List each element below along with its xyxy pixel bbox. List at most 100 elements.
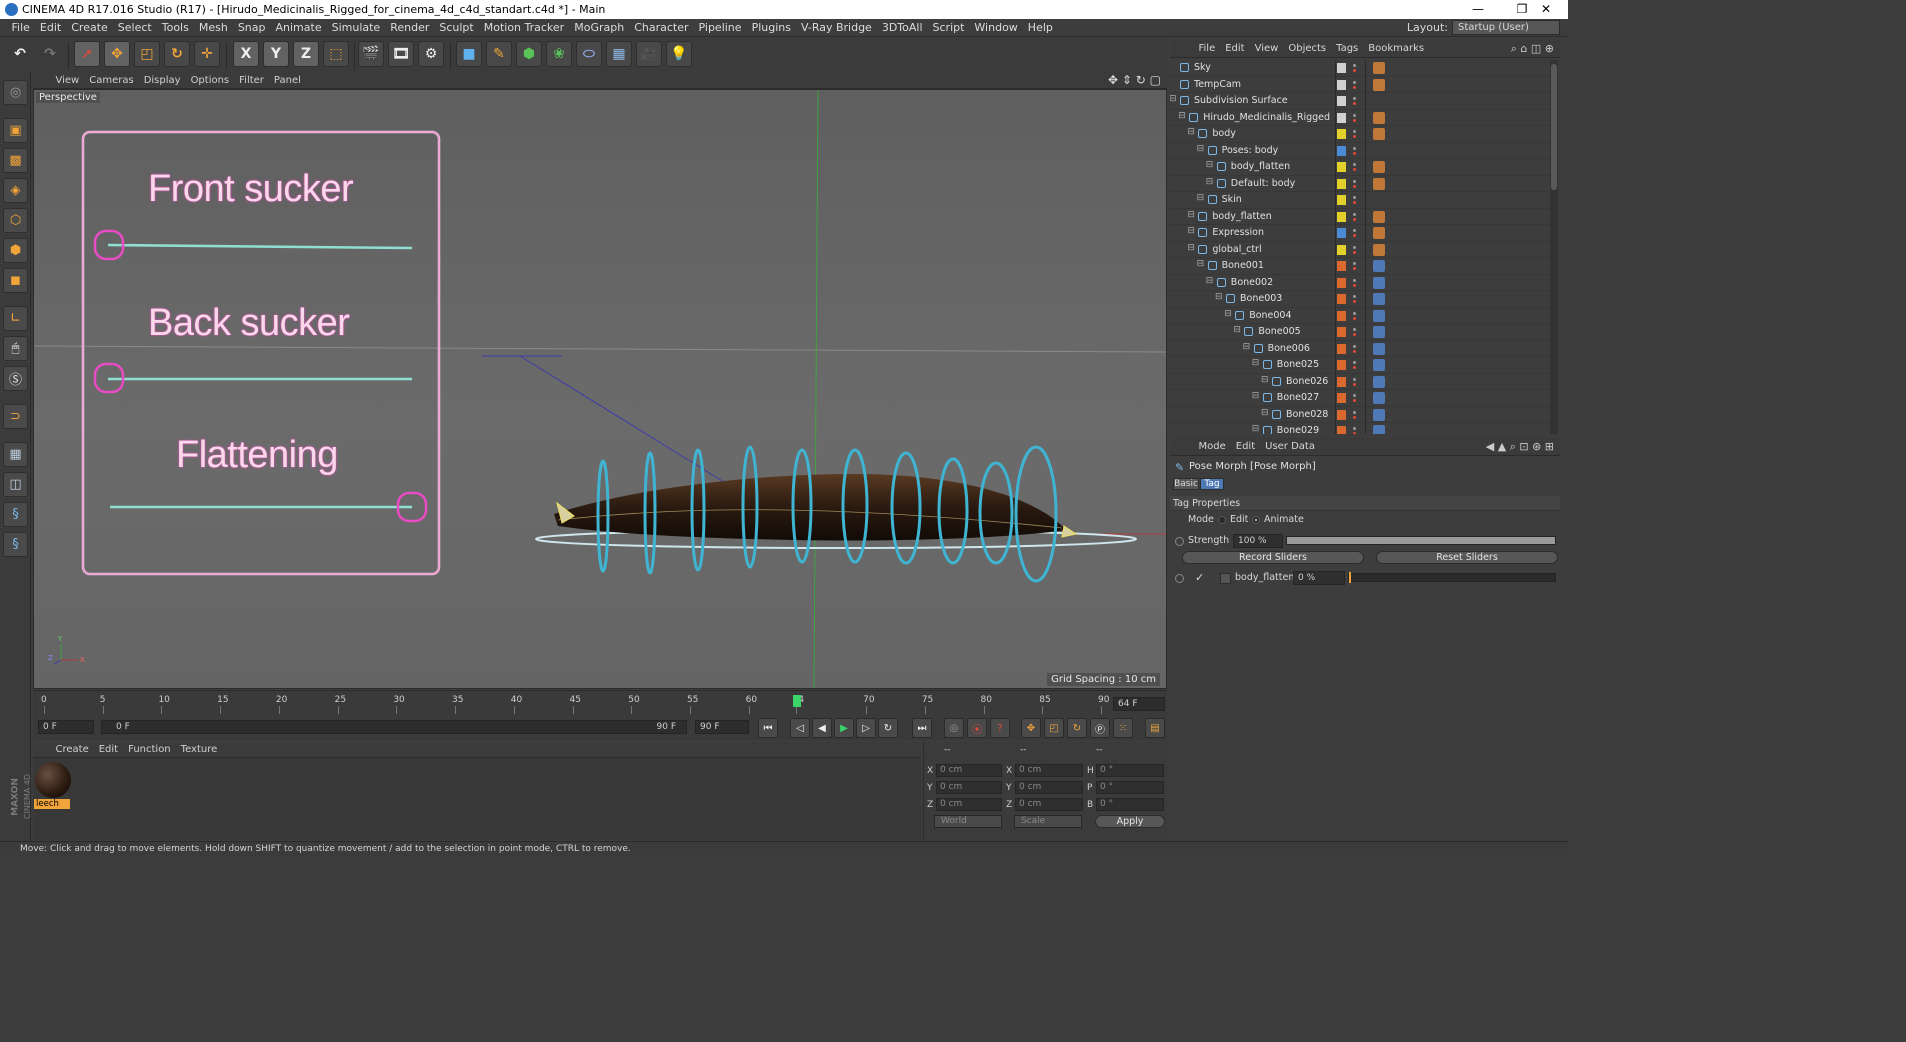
layer-color-swatch[interactable] bbox=[1337, 426, 1346, 434]
render-view-icon[interactable]: 🎬 bbox=[358, 41, 384, 67]
preview-range-slider[interactable]: 0 F 90 F bbox=[101, 720, 687, 734]
rotate-tool-icon[interactable]: ↻ bbox=[164, 41, 190, 67]
visibility-dot[interactable] bbox=[1353, 64, 1356, 67]
object-tag-icon[interactable] bbox=[1373, 177, 1385, 190]
visibility-dot[interactable] bbox=[1353, 262, 1356, 265]
deformer-icon[interactable]: ⬭ bbox=[576, 41, 602, 67]
strength-keyframe-icon[interactable] bbox=[1175, 537, 1184, 546]
menu-file[interactable]: File bbox=[7, 19, 35, 37]
menu-motion-tracker[interactable]: Motion Tracker bbox=[479, 19, 569, 37]
visibility-dot[interactable] bbox=[1353, 267, 1356, 270]
texture-mode-icon[interactable]: ▩ bbox=[3, 148, 28, 173]
viewport-menu-panel[interactable]: Panel bbox=[269, 72, 306, 89]
layer-color-swatch[interactable] bbox=[1337, 129, 1346, 139]
planar-workplane-icon[interactable]: ◫ bbox=[3, 472, 28, 497]
mode-animate-radio[interactable] bbox=[1252, 516, 1260, 524]
menu-3dtoall[interactable]: 3DToAll bbox=[877, 19, 928, 37]
visibility-dot[interactable] bbox=[1353, 184, 1356, 188]
render-picture-viewer-icon[interactable]: 🎞 bbox=[388, 41, 414, 67]
object-tag-icon[interactable] bbox=[1373, 128, 1385, 140]
visibility-dot[interactable] bbox=[1353, 135, 1356, 138]
layer-color-swatch[interactable] bbox=[1337, 79, 1346, 90]
viewport-menu-cameras[interactable]: Cameras bbox=[84, 72, 138, 89]
morph-pose-icon[interactable] bbox=[1220, 573, 1231, 584]
visibility-dot[interactable] bbox=[1353, 217, 1356, 221]
layer-color-swatch[interactable] bbox=[1337, 360, 1346, 370]
expand-toggle-icon[interactable]: ⊟ bbox=[1187, 210, 1195, 220]
visibility-dot[interactable] bbox=[1353, 113, 1356, 117]
visibility-dot[interactable] bbox=[1353, 201, 1356, 204]
visibility-dot[interactable] bbox=[1353, 118, 1356, 122]
object-row[interactable]: ⊟ Bone027 bbox=[1170, 390, 1550, 407]
viewport-navigation-icons[interactable]: ✥ ⇕ ↻ ▢ bbox=[1108, 72, 1161, 89]
object-row[interactable]: ⊟ Hirudo_Medicinalis_Rigged bbox=[1170, 110, 1550, 126]
size-x-field[interactable]: 0 cm bbox=[1015, 764, 1083, 777]
object-row[interactable]: TempCam bbox=[1170, 77, 1550, 93]
expand-toggle-icon[interactable]: ⊟ bbox=[1206, 276, 1214, 286]
expand-toggle-icon[interactable]: ⊟ bbox=[1187, 127, 1195, 137]
object-row[interactable]: ⊟ Bone025 bbox=[1170, 357, 1550, 374]
strength-slider[interactable] bbox=[1286, 536, 1556, 545]
visibility-dot[interactable] bbox=[1353, 427, 1356, 430]
visibility-dot[interactable] bbox=[1353, 69, 1356, 72]
tweak-mode-icon[interactable]: 🖱 bbox=[3, 336, 28, 361]
subdivision-surface-icon[interactable]: ⬢ bbox=[516, 41, 542, 67]
apply-button[interactable]: Apply bbox=[1095, 815, 1165, 828]
rotation-p-field[interactable]: 0 ° bbox=[1096, 781, 1164, 794]
object-row[interactable]: ⊟ Bone006 bbox=[1170, 341, 1550, 357]
viewport-menu-options[interactable]: Options bbox=[186, 72, 235, 89]
key-scale-icon[interactable]: ◰ bbox=[1044, 718, 1064, 738]
start-frame-field[interactable]: 0 F bbox=[38, 720, 94, 734]
locked-workplane-icon[interactable]: ▦ bbox=[3, 442, 28, 467]
keyframe-selection-icon[interactable]: ? bbox=[990, 718, 1010, 738]
visibility-dot[interactable] bbox=[1353, 344, 1356, 348]
object-tag-icon[interactable] bbox=[1373, 359, 1385, 371]
y-axis-lock-button[interactable]: Y bbox=[263, 41, 289, 67]
live-selection-icon[interactable]: ➚ bbox=[74, 41, 100, 67]
workplane-mode-icon[interactable]: ◈ bbox=[3, 178, 28, 203]
menu-select[interactable]: Select bbox=[113, 19, 157, 37]
expand-toggle-icon[interactable]: ⊟ bbox=[1197, 259, 1205, 269]
polygons-mode-icon[interactable]: ◼ bbox=[3, 268, 28, 293]
object-tag-icon[interactable] bbox=[1373, 161, 1385, 173]
play-forward-icon[interactable]: ▶ bbox=[834, 718, 854, 738]
undo-icon[interactable]: ↶ bbox=[7, 41, 33, 67]
object-row[interactable]: Sky bbox=[1170, 60, 1550, 77]
menu-pipeline[interactable]: Pipeline bbox=[694, 19, 747, 37]
attribute-nav-icons[interactable]: ◀ ▲ ⌕ ⊡ ⊛ ⊞ bbox=[1486, 438, 1554, 456]
recent-tool-icon[interactable]: ✛ bbox=[194, 41, 220, 67]
next-frame-icon[interactable]: ▷ bbox=[856, 718, 876, 738]
attributes-menu-edit[interactable]: Edit bbox=[1231, 438, 1260, 456]
move-tool-icon[interactable]: ✥ bbox=[104, 41, 130, 67]
camera-icon[interactable]: 🎥 bbox=[636, 41, 662, 67]
layer-color-swatch[interactable] bbox=[1337, 228, 1346, 238]
layer-color-swatch[interactable] bbox=[1337, 162, 1346, 172]
objects-menu-file[interactable]: File bbox=[1194, 40, 1221, 58]
visibility-dot[interactable] bbox=[1353, 179, 1356, 183]
spline-pen-icon[interactable]: ✎ bbox=[486, 41, 512, 67]
key-position-icon[interactable]: ✥ bbox=[1021, 718, 1041, 738]
light-icon[interactable]: 💡 bbox=[666, 41, 692, 67]
object-tag-icon[interactable] bbox=[1373, 392, 1385, 404]
autokeying-icon[interactable]: ⦿ bbox=[967, 718, 987, 738]
visibility-dot[interactable] bbox=[1353, 283, 1356, 287]
visibility-dot[interactable] bbox=[1353, 102, 1356, 105]
object-row[interactable]: ⊟ body_flatten bbox=[1170, 159, 1550, 176]
object-row[interactable]: ⊟ body_flatten bbox=[1170, 209, 1550, 225]
expand-toggle-icon[interactable]: ⊟ bbox=[1197, 144, 1205, 154]
object-row[interactable]: ⊟ Bone026 bbox=[1170, 374, 1550, 390]
expand-toggle-icon[interactable]: ⊟ bbox=[1206, 177, 1214, 187]
layer-color-swatch[interactable] bbox=[1337, 195, 1346, 205]
layer-color-swatch[interactable] bbox=[1337, 294, 1346, 304]
visibility-dot[interactable] bbox=[1353, 349, 1356, 353]
visibility-dot[interactable] bbox=[1353, 130, 1356, 133]
object-row[interactable]: ⊟ Bone005 bbox=[1170, 324, 1550, 341]
layer-color-swatch[interactable] bbox=[1337, 409, 1346, 420]
object-row[interactable]: ⊟ Bone004 bbox=[1170, 308, 1550, 324]
expand-toggle-icon[interactable]: ⊟ bbox=[1224, 309, 1232, 319]
menu-render[interactable]: Render bbox=[385, 19, 434, 37]
menu-sculpt[interactable]: Sculpt bbox=[434, 19, 478, 37]
layer-color-swatch[interactable] bbox=[1337, 112, 1346, 123]
morph-keyframe-icon[interactable] bbox=[1175, 574, 1184, 583]
object-tag-icon[interactable] bbox=[1373, 309, 1385, 322]
